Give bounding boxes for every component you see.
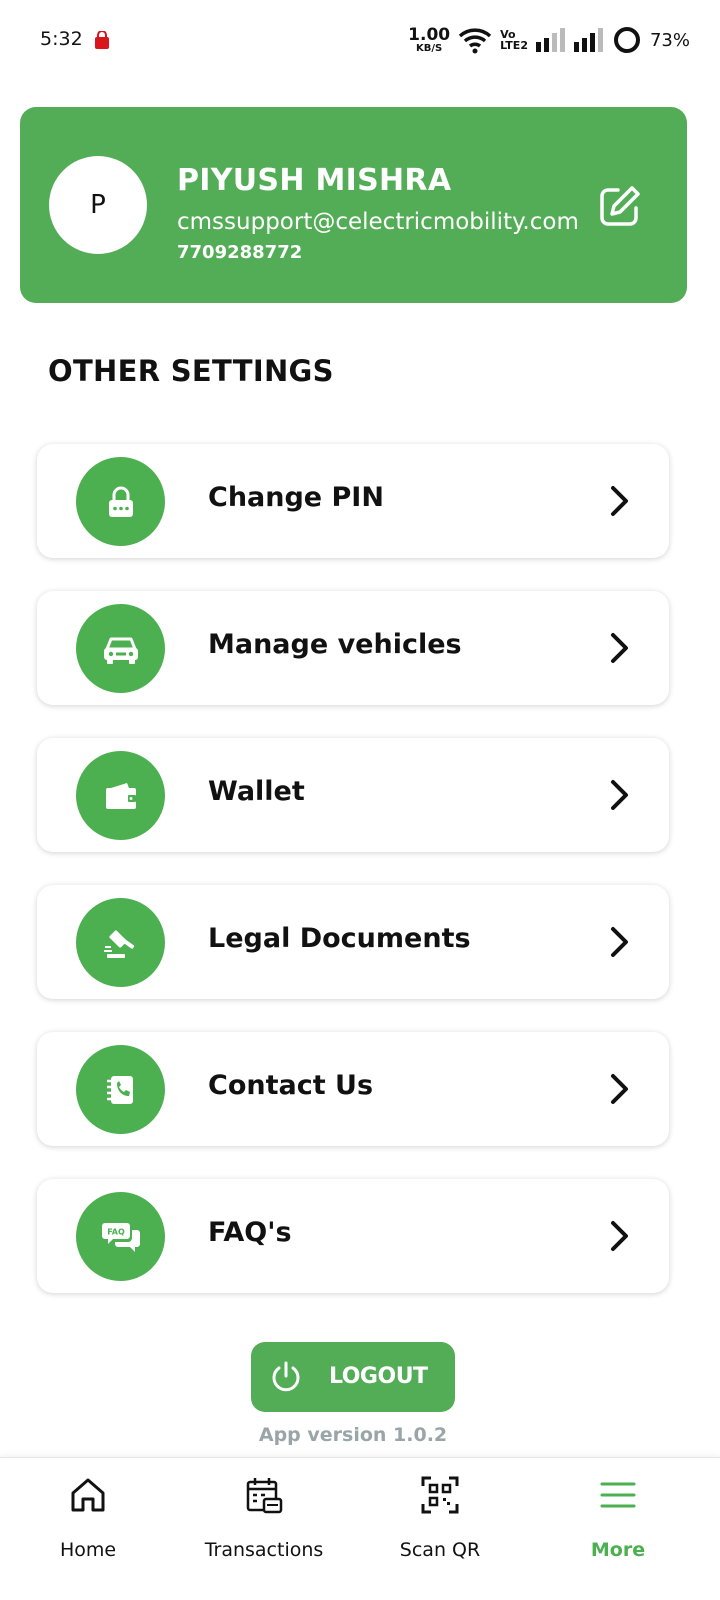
setting-legal-documents[interactable]: Legal Documents: [37, 885, 669, 999]
nav-home[interactable]: Home: [38, 1458, 138, 1600]
power-icon: [272, 1361, 300, 1392]
chevron-right-icon: [611, 780, 628, 810]
status-time: 5:32: [40, 28, 83, 50]
status-bar: 5:32 1.00 KB/S Vo LTE2 73%: [0, 0, 720, 82]
status-icons: 1.00 KB/S Vo LTE2 73%: [408, 22, 690, 58]
setting-change-pin[interactable]: Change PIN: [37, 444, 669, 558]
nav-scan-qr[interactable]: Scan QR: [390, 1458, 490, 1600]
gavel-icon: [76, 898, 165, 987]
bottom-nav: Home Transactions Scan QR More: [0, 1457, 720, 1600]
setting-label: Manage vehicles: [208, 629, 462, 660]
setting-label: FAQ's: [208, 1217, 292, 1248]
setting-wallet[interactable]: Wallet: [37, 738, 669, 852]
setting-label: Contact Us: [208, 1070, 374, 1101]
battery-percent: 73%: [649, 29, 690, 51]
chevron-right-icon: [611, 1074, 628, 1104]
battery-icon: [613, 27, 640, 53]
chevron-right-icon: [611, 1221, 628, 1251]
profile-name: PIYUSH MISHRA: [177, 163, 452, 198]
wallet-icon: [76, 751, 165, 840]
profile-email: cmssupport@celectricmobility.com: [177, 209, 579, 235]
setting-manage-vehicles[interactable]: Manage vehicles: [37, 591, 669, 705]
profile-card: P PIYUSH MISHRA cmssupport@celectricmobi…: [20, 107, 687, 303]
nav-label: More: [590, 1539, 646, 1561]
car-icon: [76, 604, 165, 693]
section-title: OTHER SETTINGS: [48, 354, 334, 388]
avatar: P: [49, 156, 147, 254]
signal-sim1-icon: [535, 28, 565, 52]
transactions-icon: [246, 1478, 283, 1514]
nav-transactions[interactable]: Transactions: [198, 1458, 330, 1600]
signal-sim2-icon: [573, 28, 603, 52]
logout-label: LOGOUT: [329, 1364, 428, 1389]
menu-icon: [600, 1482, 636, 1508]
nav-label: Transactions: [204, 1539, 324, 1561]
net-speed: 1.00 KB/S: [408, 24, 451, 54]
setting-contact-us[interactable]: Contact Us: [37, 1032, 669, 1146]
chevron-right-icon: [611, 633, 628, 663]
setting-label: Wallet: [208, 776, 305, 807]
edit-profile-icon[interactable]: [596, 182, 644, 230]
nav-more[interactable]: More: [568, 1458, 668, 1600]
chevron-right-icon: [611, 486, 628, 516]
lock-icon: [76, 457, 165, 546]
nav-label: Home: [59, 1539, 117, 1561]
faq-icon-text: FAQ: [107, 1227, 125, 1236]
faq-icon: FAQ: [76, 1192, 165, 1281]
app-version: App version 1.0.2: [258, 1424, 448, 1446]
contact-book-icon: [76, 1045, 165, 1134]
wifi-icon: [458, 28, 492, 54]
settings-list: Change PIN Manage vehicles Wallet Legal …: [37, 444, 669, 1326]
setting-label: Change PIN: [208, 482, 384, 513]
profile-phone: 7709288772: [177, 242, 303, 263]
nav-label: Scan QR: [399, 1539, 481, 1561]
qr-scan-icon: [421, 1476, 459, 1514]
home-icon: [71, 1478, 105, 1512]
logout-button[interactable]: LOGOUT: [251, 1342, 455, 1412]
chevron-right-icon: [611, 927, 628, 957]
setting-faqs[interactable]: FAQ FAQ's: [37, 1179, 669, 1293]
volte-indicator: Vo LTE2: [500, 28, 528, 52]
setting-label: Legal Documents: [208, 923, 471, 954]
shopping-bag-icon: [95, 31, 109, 49]
